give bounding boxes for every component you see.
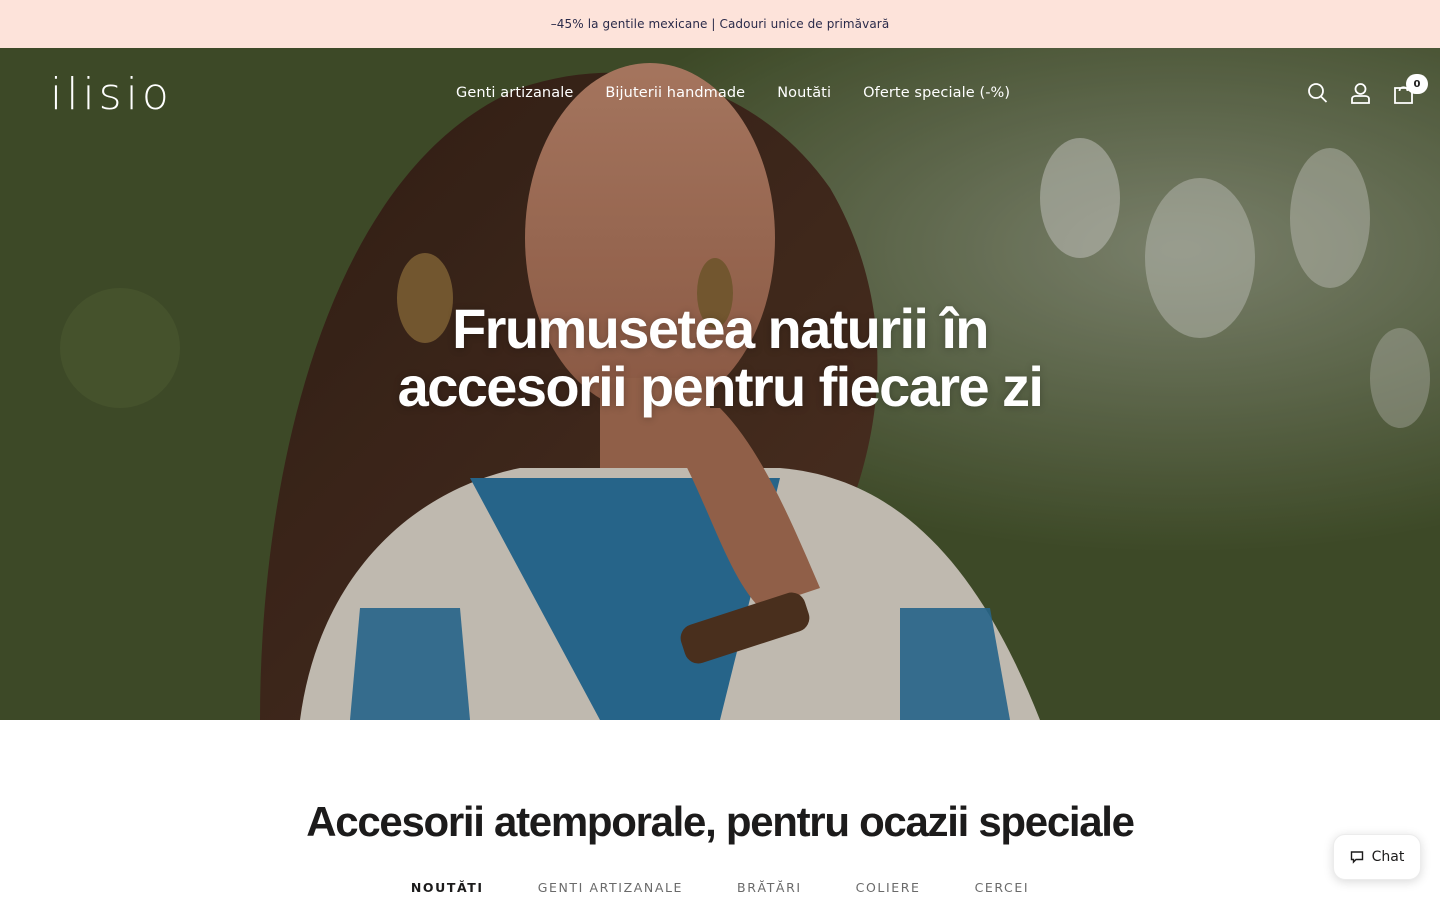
cart-count-badge: 0 [1406, 74, 1428, 94]
main-nav: Genti artizanale Bijuterii handmade Nout… [456, 85, 1010, 101]
collection-tabs: NOUTĂTI GENTI ARTIZANALE BRĂTĂRI COLIERE… [0, 880, 1440, 895]
tab-noutati[interactable]: NOUTĂTI [411, 880, 484, 895]
header-actions: 0 [1307, 74, 1428, 104]
hero-title-line-2: accesorii pentru fiecare zi [397, 355, 1044, 418]
tab-cercei[interactable]: CERCEI [975, 880, 1030, 895]
tab-bratari[interactable]: BRĂTĂRI [737, 880, 802, 895]
cart-icon[interactable]: 0 [1393, 74, 1428, 104]
collection-title: Accesorii atemporale, pentru ocazii spec… [306, 798, 1135, 845]
tab-coliere[interactable]: COLIERE [856, 880, 921, 895]
user-icon[interactable] [1350, 82, 1371, 104]
nav-item-genti-artizanale[interactable]: Genti artizanale [456, 85, 573, 101]
announcement-text[interactable]: –45% la gentile mexicane | Cadouri unice… [551, 17, 890, 31]
hero-title-line-1: Frumusetea naturii în [452, 297, 989, 360]
hero-title: Frumusetea naturii în accesorii pentru f… [360, 300, 1080, 416]
nav-item-oferte-speciale[interactable]: Oferte speciale (-%) [863, 85, 1010, 101]
nav-item-noutati[interactable]: Noutăti [777, 85, 831, 101]
chat-button[interactable]: Chat [1333, 834, 1421, 880]
nav-item-bijuterii-handmade[interactable]: Bijuterii handmade [605, 85, 745, 101]
chat-label: Chat [1371, 849, 1405, 865]
chat-bubble-icon [1350, 851, 1363, 864]
announcement-bar: –45% la gentile mexicane | Cadouri unice… [0, 0, 1440, 48]
search-icon[interactable] [1307, 82, 1328, 104]
tab-genti-artizanale[interactable]: GENTI ARTIZANALE [538, 880, 683, 895]
site-header: ilisio Genti artizanale Bijuterii handma… [0, 48, 1440, 142]
site-logo[interactable]: ilisio [50, 70, 173, 120]
